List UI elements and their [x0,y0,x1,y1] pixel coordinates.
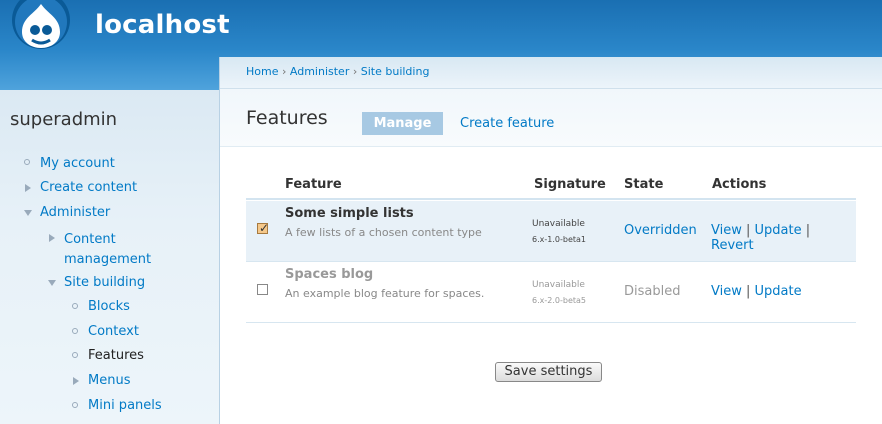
circle-bullet-icon [72,303,83,314]
row-actions: View | Update | Revert [711,223,811,253]
table-header: Feature Signature State Actions [246,173,856,200]
sidebar-item-content-management[interactable]: Content management [64,230,151,270]
checkmark-icon: ✓ [259,221,270,235]
breadcrumb-separator: › [352,65,358,78]
sidebar-user-title: superadmin [10,109,118,130]
row-actions: View | Update [711,284,802,299]
action-revert-link[interactable]: Revert [711,238,754,253]
action-view-link[interactable]: View [711,284,742,299]
triangle-right-icon [25,184,36,195]
state-label: Disabled [624,284,681,299]
triangle-right-icon [49,234,60,245]
column-header-feature: Feature [285,177,342,192]
sidebar-item-label-line: management [64,252,152,267]
feature-name: Spaces blog [285,267,374,282]
drupal-logo-icon[interactable] [10,0,72,52]
tab-create-feature[interactable]: Create feature [460,116,554,131]
table-row: Spaces blog An example blog feature for … [246,262,856,323]
sidebar-item-create-content[interactable]: Create content [40,180,137,195]
page-title: Features [246,107,328,129]
feature-description: A few lists of a chosen content type [285,226,482,239]
signature-version: 6.x-2.0-beta5 [532,296,586,305]
signature-version: 6.x-1.0-beta1 [532,235,586,244]
tab-manage[interactable]: Manage [362,112,443,135]
sidebar-item-menus[interactable]: Menus [88,373,130,388]
feature-checkbox[interactable] [257,284,268,295]
breadcrumb-bar: Home › Administer › Site building [220,57,882,89]
state-link[interactable]: Overridden [624,223,697,238]
sidebar-item-blocks[interactable]: Blocks [88,299,130,314]
triangle-right-icon [73,377,84,388]
breadcrumb-site-building[interactable]: Site building [361,65,430,78]
feature-description: An example blog feature for spaces. [285,287,485,300]
signature-status: Unavailable [532,219,585,229]
triangle-down-icon [48,280,59,291]
breadcrumb-home[interactable]: Home [246,65,278,78]
breadcrumb-administer[interactable]: Administer [290,65,349,78]
sidebar: superadmin My account Create content Adm… [0,90,219,424]
site-name[interactable]: localhost [95,10,230,40]
column-header-state: State [624,177,664,192]
breadcrumb-separator: › [281,65,287,78]
action-update-link[interactable]: Update [755,223,802,238]
sidebar-item-features[interactable]: Features [88,348,144,363]
circle-bullet-icon [72,402,83,413]
circle-bullet-icon [72,352,83,363]
sidebar-item-administer[interactable]: Administer [40,205,110,220]
breadcrumb: Home › Administer › Site building [246,65,429,78]
feature-checkbox[interactable]: ✓ [257,221,270,235]
title-band: Features Manage Create feature [220,89,882,147]
feature-name: Some simple lists [285,206,414,221]
sidebar-item-context[interactable]: Context [88,324,139,339]
action-update-link[interactable]: Update [755,284,802,299]
triangle-down-icon [24,210,35,221]
table-row: ✓ Some simple lists A few lists of a cho… [246,201,856,262]
main-content: Home › Administer › Site building Featur… [219,57,882,424]
signature-status: Unavailable [532,280,585,290]
column-header-signature: Signature [534,177,606,192]
sidebar-item-site-building[interactable]: Site building [64,275,145,290]
column-header-actions: Actions [712,177,767,192]
circle-bullet-icon [24,159,35,170]
sidebar-item-label-line: Content [64,232,116,247]
sidebar-item-mini-panels[interactable]: Mini panels [88,398,162,413]
circle-bullet-icon [72,328,83,339]
sidebar-item-my-account[interactable]: My account [40,156,115,171]
action-view-link[interactable]: View [711,223,742,238]
save-settings-button[interactable]: Save settings [495,362,602,382]
